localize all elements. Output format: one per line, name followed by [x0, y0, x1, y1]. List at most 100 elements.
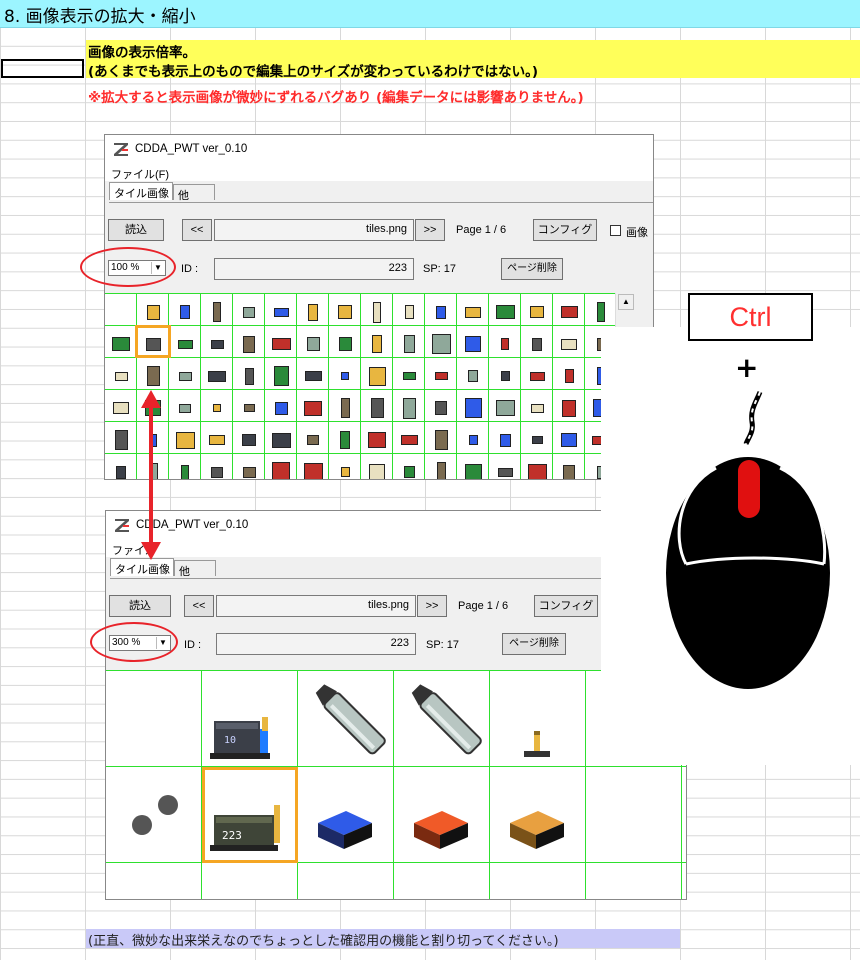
- tile-sprite: [495, 305, 515, 319]
- tile-sprite: [563, 464, 575, 479]
- tile-sprite: [597, 302, 605, 322]
- tile-cell[interactable]: [106, 671, 202, 767]
- footer-note: (正直、微妙な出来栄えなのでちょっとした確認用の機能と割り切ってください。): [88, 934, 559, 949]
- tile-sprite: [464, 398, 482, 418]
- tile-sprite: [213, 302, 221, 322]
- prev-page-button[interactable]: <<: [184, 595, 214, 617]
- tile-cell[interactable]: [490, 863, 586, 899]
- tile-sprite: [532, 337, 542, 351]
- tile-sprite: [113, 402, 129, 414]
- tile-sprite: [560, 306, 578, 318]
- tile-sprite: [373, 301, 381, 323]
- ctrl-key-label: Ctrl: [729, 302, 772, 332]
- load-button[interactable]: 読込: [109, 595, 171, 617]
- tile-canvas-300[interactable]: 10 223: [106, 670, 686, 899]
- selected-tile-highlight: [135, 325, 171, 358]
- tab-tile-image[interactable]: タイル画像: [110, 558, 174, 576]
- tile-sprite: [243, 306, 255, 318]
- tile-cell[interactable]: [202, 863, 298, 899]
- titlebar: CDDA_PWT ver_0.10: [106, 511, 686, 539]
- tile-sprite: [114, 371, 128, 381]
- tile-sprite: [468, 435, 478, 445]
- tile-sprite: [273, 307, 289, 317]
- tile-sprite: [497, 467, 513, 477]
- window-title: CDDA_PWT ver_0.10: [135, 143, 248, 155]
- menu-file[interactable]: ファイル(F): [111, 166, 169, 182]
- prev-page-button[interactable]: <<: [182, 219, 212, 241]
- tile-sprite: [436, 462, 446, 479]
- image-checkbox[interactable]: [610, 225, 621, 236]
- tile-sprite: [434, 372, 448, 380]
- tile-sprite: [210, 339, 224, 349]
- tile-sprite: [372, 335, 382, 353]
- config-button[interactable]: コンフィグ: [533, 219, 597, 241]
- tile-sprite: [468, 370, 478, 382]
- page-indicator: Page 1 / 6: [458, 600, 509, 612]
- id-field[interactable]: 223: [214, 258, 414, 280]
- double-arrow-icon: [141, 390, 161, 560]
- tab-other[interactable]: 他: [173, 184, 215, 202]
- tile-sprite: [306, 337, 320, 351]
- plus-sign: +: [735, 351, 759, 384]
- tile-sprite: [179, 403, 191, 413]
- tile-sprite: [531, 436, 543, 444]
- tile-sprite: [400, 435, 418, 445]
- orange-shell-box-sprite: [510, 811, 564, 849]
- tile-sprite: [242, 466, 256, 478]
- tile-sprite: [177, 339, 193, 349]
- tile-cell[interactable]: [586, 863, 682, 899]
- menubar: ファイル(F): [105, 163, 653, 181]
- id-label: ID :: [184, 639, 202, 651]
- tab-tile-image[interactable]: タイル画像: [109, 182, 173, 200]
- tile-sprite: [272, 461, 290, 479]
- next-page-button[interactable]: >>: [415, 219, 445, 241]
- sp-indicator: SP: 17: [426, 639, 460, 651]
- svg-text:10: 10: [224, 735, 236, 746]
- tile-sprite: [495, 400, 515, 416]
- next-page-button[interactable]: >>: [417, 595, 447, 617]
- id-field[interactable]: 223: [216, 633, 416, 655]
- tile-sprite: [434, 430, 448, 450]
- note-line-1: 画像の表示倍率。: [88, 45, 196, 61]
- tile-sprite: [242, 434, 256, 446]
- tile-cell[interactable]: [586, 767, 682, 863]
- filename-field[interactable]: tiles.png: [214, 219, 414, 241]
- shot-pellets-sprite: [132, 795, 178, 835]
- tile-sprite: [530, 306, 544, 318]
- tile-sprite: [304, 400, 322, 416]
- config-button[interactable]: コンフィグ: [534, 595, 598, 617]
- tile-sprite: [146, 366, 160, 386]
- tile-sprite: [338, 305, 352, 319]
- delete-page-button[interactable]: ページ削除: [501, 258, 563, 280]
- tab-other[interactable]: 他: [174, 560, 216, 578]
- tile-sprite: [403, 335, 415, 353]
- tile-cell[interactable]: [682, 767, 686, 863]
- delete-page-button[interactable]: ページ削除: [502, 633, 566, 655]
- tile-cell[interactable]: [298, 863, 394, 899]
- tile-cell[interactable]: [682, 863, 686, 899]
- tile-sprite: [527, 464, 547, 479]
- tile-sprite: [402, 372, 416, 380]
- tile-cell[interactable]: [106, 863, 202, 899]
- tile-sprite: [340, 467, 350, 477]
- tile-sprite: [500, 371, 510, 381]
- tile-sprite: [271, 432, 291, 448]
- tile-sprite: [213, 404, 221, 412]
- filename-field[interactable]: tiles.png: [216, 595, 416, 617]
- tile-cell[interactable]: [105, 294, 137, 326]
- tile-sprite: [340, 398, 350, 418]
- app-logo-icon: [115, 519, 129, 532]
- menubar: ファイル: [106, 539, 686, 557]
- tab-strip: タイル画像 他: [110, 558, 686, 579]
- selected-cell[interactable]: [1, 59, 84, 78]
- tile-sprite: [402, 397, 416, 419]
- scroll-up-icon[interactable]: ▲: [618, 294, 634, 310]
- tile-cell[interactable]: [394, 863, 490, 899]
- tile-sprite: [499, 433, 511, 447]
- warning-line: ※拡大すると表示画像が微妙にずれるバグあり (編集データには影響ありません。): [88, 90, 584, 106]
- header-band: 8. 画像表示の拡大・縮小: [0, 0, 860, 28]
- load-button[interactable]: 読込: [108, 219, 164, 241]
- tile-canvas-100[interactable]: [105, 293, 615, 479]
- tile-sprite: [273, 366, 289, 386]
- tile-sprite: [304, 371, 322, 381]
